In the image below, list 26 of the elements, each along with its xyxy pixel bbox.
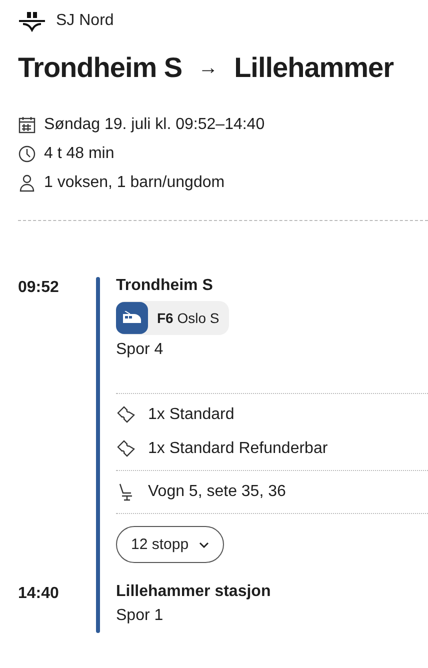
trip-info: 1 voksen, 1 barn/ungdom (44, 174, 225, 192)
departure-time: 09:52 (18, 278, 60, 298)
ticket-icon (116, 439, 136, 459)
logo-icon (18, 10, 46, 32)
destination-station: Lillehammer (234, 52, 394, 84)
trip-info: Søndag 19. juli kl. 09:52–14:40 (44, 116, 265, 134)
departure-station: Trondheim S (116, 277, 213, 295)
arrival-track: Spor 1 (116, 607, 164, 625)
operator-name: SJ Nord (56, 12, 114, 30)
clock-icon (18, 145, 36, 163)
calendar-icon (18, 116, 36, 134)
train-line: F6 Oslo S (157, 310, 220, 326)
chevron-icon (198, 542, 209, 548)
person-icon (18, 174, 36, 192)
train-icon (116, 302, 148, 334)
stops-button[interactable]: 12 stopp (116, 526, 224, 563)
route-arrow: → (198, 56, 218, 80)
trip-info: 4 t 48 min (44, 145, 114, 163)
ticket-type: 1x Standard (148, 406, 234, 424)
seat-info: Vogn 5, sete 35, 36 (148, 483, 286, 501)
arrival-station: Lillehammer stasjon (116, 583, 271, 601)
arrival-time: 14:40 (18, 584, 60, 604)
departure-track: Spor 4 (116, 341, 164, 359)
ticket-type: 1x Standard Refunderbar (148, 440, 328, 458)
ticket-icon (116, 405, 136, 425)
origin-station: Trondheim S (18, 52, 182, 84)
